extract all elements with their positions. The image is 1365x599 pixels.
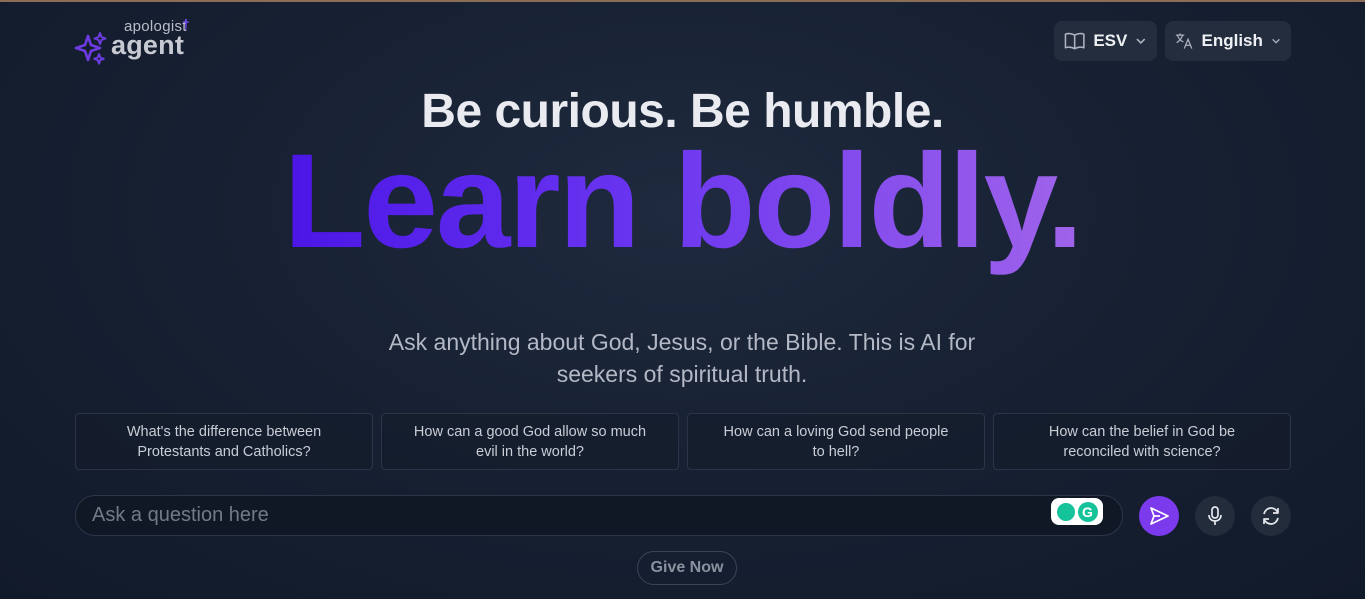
grammarly-status-icon [1056, 502, 1075, 521]
bible-version-label: ESV [1093, 31, 1128, 50]
translate-icon [1175, 33, 1193, 49]
bible-version-dropdown[interactable]: ESV [1054, 21, 1157, 61]
question-input[interactable] [75, 495, 1123, 536]
give-now-button[interactable]: Give Now [637, 551, 737, 585]
suggestion-card[interactable]: How can a good God allow so much evil in… [381, 413, 679, 470]
send-button[interactable] [1139, 496, 1179, 536]
book-icon [1064, 32, 1085, 50]
microphone-icon [1208, 506, 1222, 525]
suggestion-card[interactable]: How can a loving God send people to hell… [687, 413, 985, 470]
chevron-down-icon [1272, 38, 1280, 44]
top-border [0, 0, 1365, 2]
hero-subtitle: Ask anything about God, Jesus, or the Bi… [388, 329, 976, 387]
refresh-button[interactable] [1251, 496, 1291, 536]
suggestion-card[interactable]: What's the difference between Protestant… [75, 413, 373, 470]
refresh-icon [1263, 507, 1279, 525]
language-label: English [1201, 31, 1263, 50]
grammarly-widget[interactable]: G [1051, 498, 1103, 525]
hero-tagline: Learn boldly. [0, 132, 1365, 272]
logo-title: agent [111, 30, 185, 60]
sparkle-icon [74, 32, 107, 65]
hero-tagline-text: Learn boldly. [283, 127, 1084, 276]
send-icon [1150, 507, 1169, 525]
suggestion-card[interactable]: How can the belief in God be reconciled … [993, 413, 1291, 470]
language-dropdown[interactable]: English [1165, 21, 1291, 61]
apologist-agent-logo[interactable]: apologist † agent [74, 16, 204, 68]
grammarly-icon: G [1077, 501, 1098, 522]
microphone-button[interactable] [1195, 496, 1235, 536]
chevron-down-icon [1136, 38, 1146, 45]
